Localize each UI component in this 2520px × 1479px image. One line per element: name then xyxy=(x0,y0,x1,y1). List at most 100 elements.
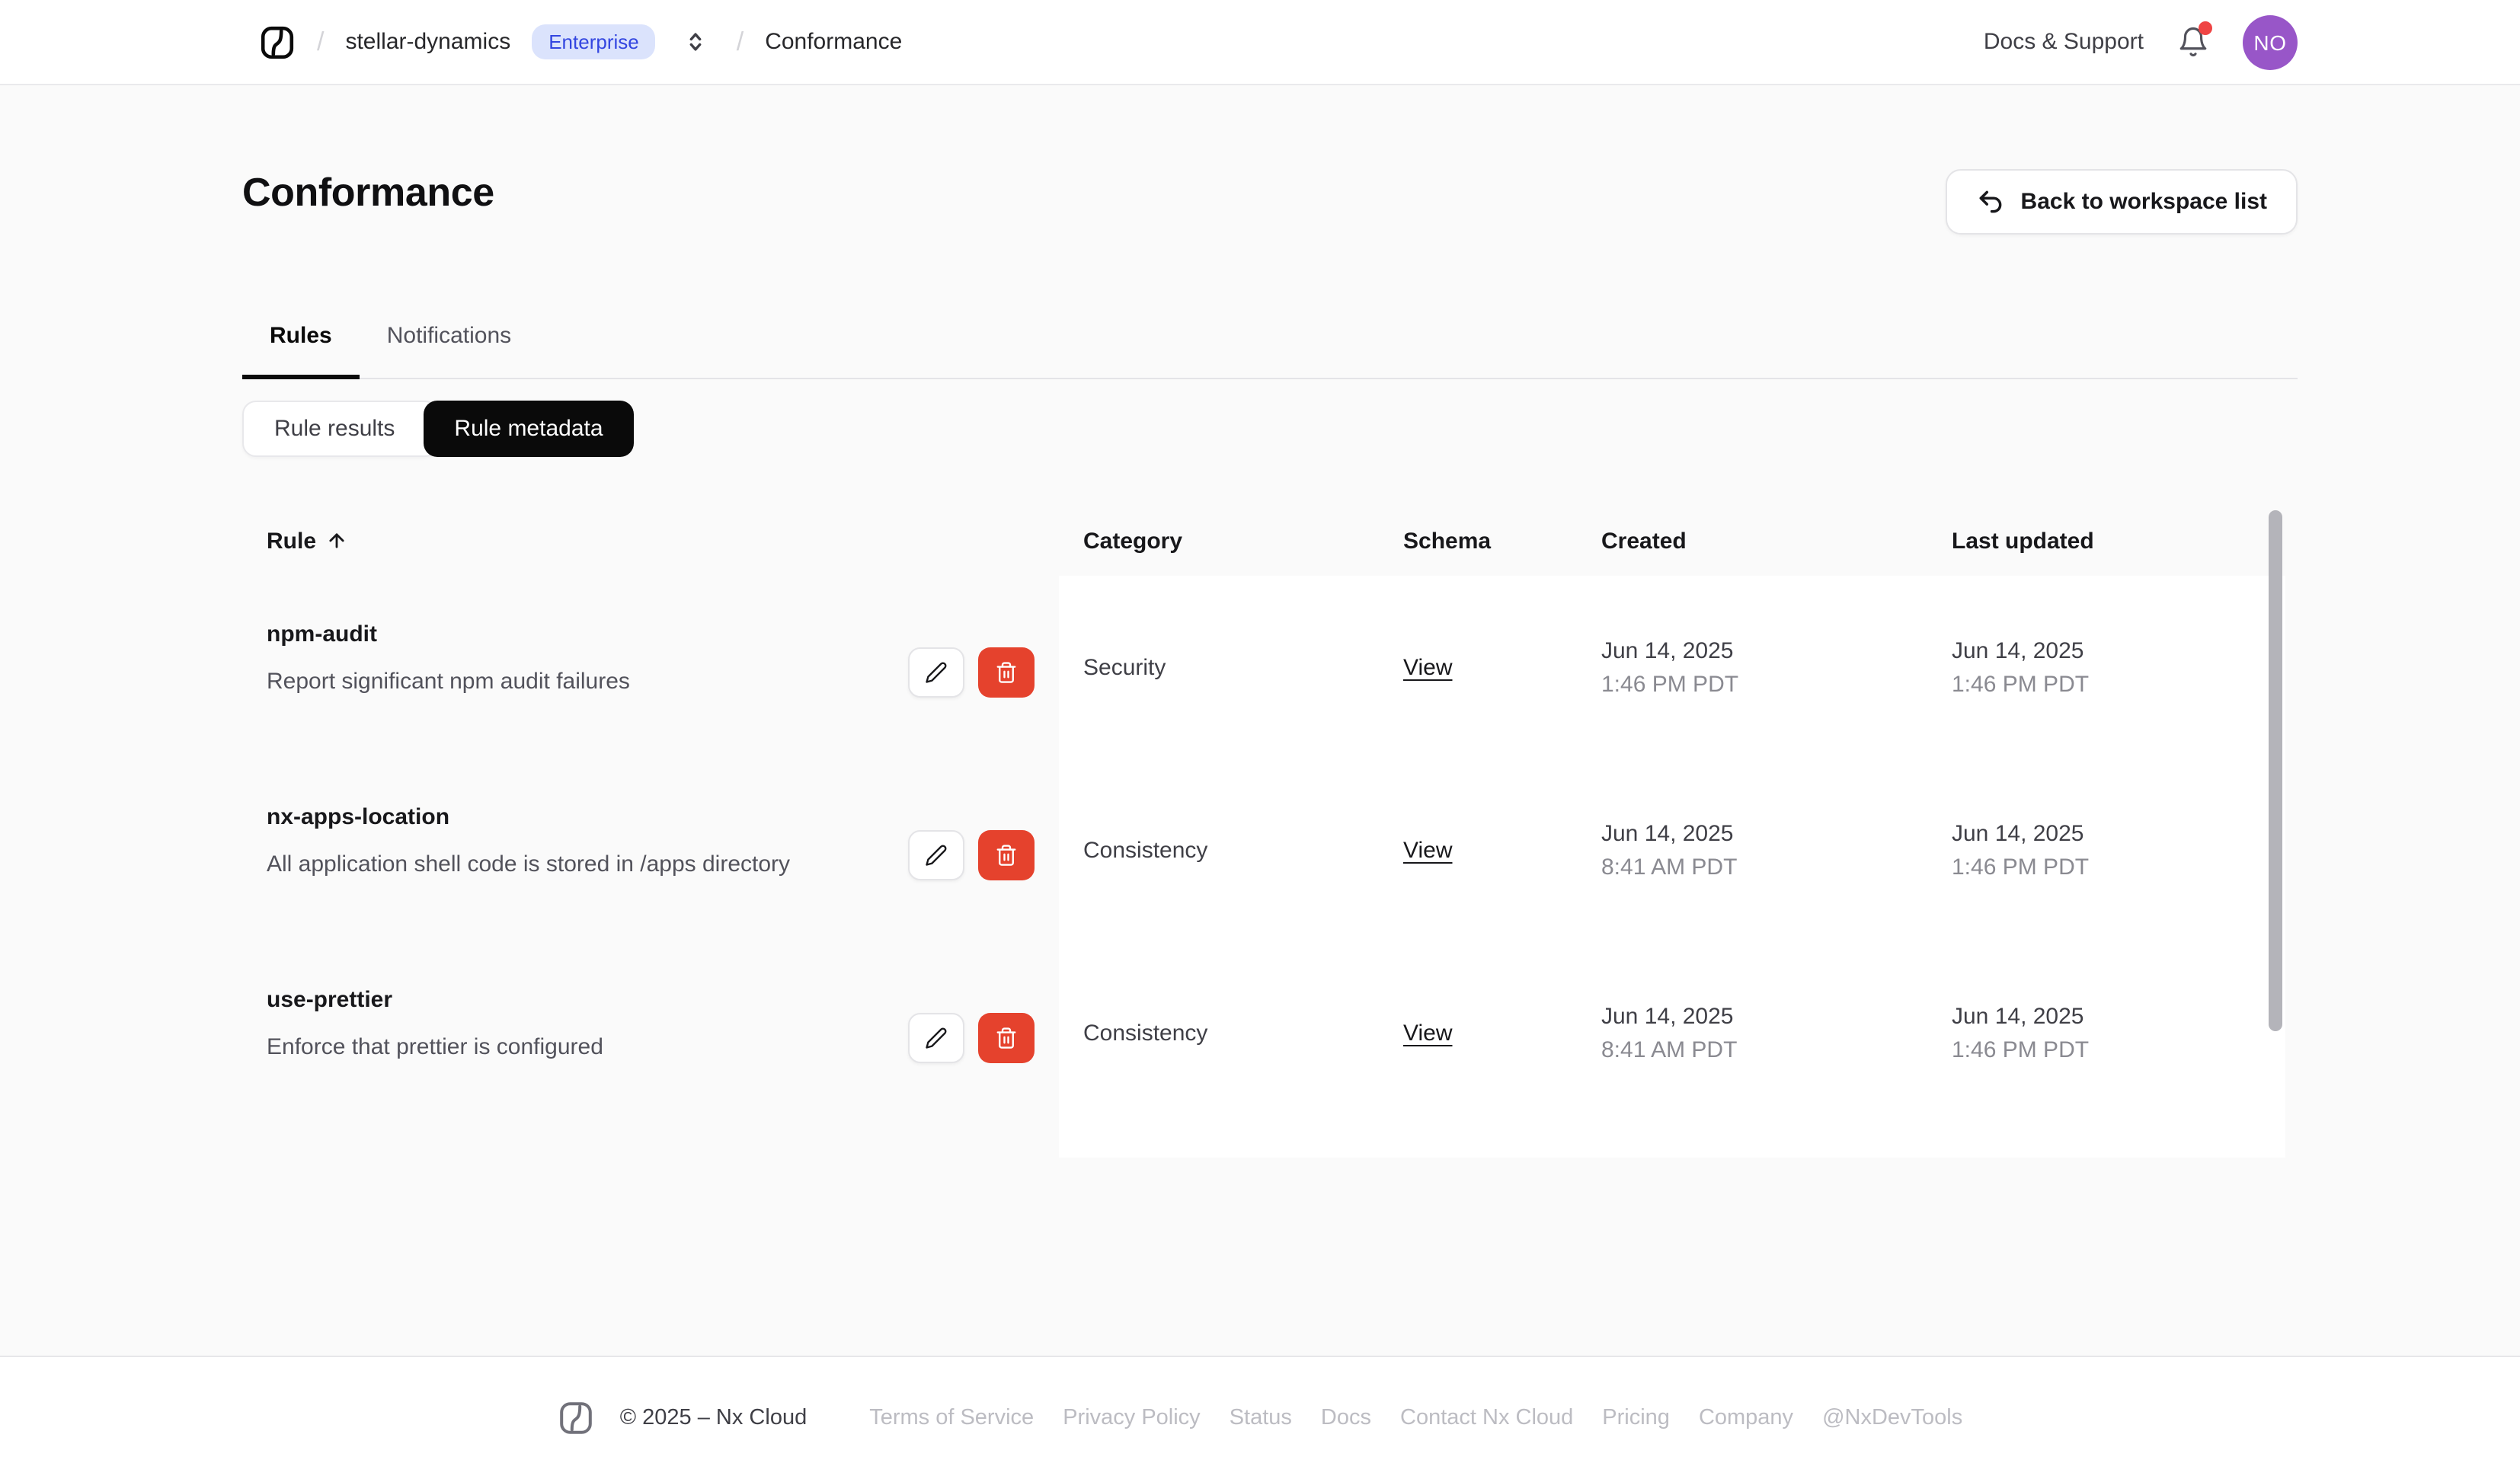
edit-rule-button[interactable] xyxy=(908,647,964,698)
tab-notifications[interactable]: Notifications xyxy=(360,323,539,379)
chevron-up-down-icon xyxy=(690,33,702,51)
rule-info: nx-apps-location All application shell c… xyxy=(267,804,908,879)
column-header-category[interactable]: Category xyxy=(1059,528,1379,554)
footer: © 2025 – Nx Cloud Terms of Service Priva… xyxy=(0,1356,2520,1479)
created-date: Jun 14, 2025 xyxy=(1601,637,1734,663)
top-navbar: / stellar-dynamics Enterprise / Conforma… xyxy=(0,0,2520,85)
tab-bar: Rules Notifications xyxy=(242,323,2298,379)
breadcrumb-separator-icon: / xyxy=(317,27,325,56)
edit-rule-button[interactable] xyxy=(908,1013,964,1063)
tab-rules[interactable]: Rules xyxy=(242,323,360,379)
sort-ascending-icon xyxy=(328,533,344,548)
schema-cell: View xyxy=(1379,576,1577,759)
rule-name: nx-apps-location xyxy=(267,804,450,830)
column-header-created[interactable]: Created xyxy=(1577,528,1927,554)
navbar-actions: Docs & Support NO xyxy=(1984,14,2298,69)
pencil-icon xyxy=(926,845,947,866)
trash-icon xyxy=(996,662,1016,683)
category-cell: Consistency xyxy=(1059,759,1379,941)
rule-results-toggle[interactable]: Rule results xyxy=(242,401,440,457)
created-time: 8:41 AM PDT xyxy=(1601,1037,1738,1062)
table-row: use-prettier Enforce that prettier is co… xyxy=(242,941,2285,1124)
category-value: Consistency xyxy=(1083,1020,1208,1046)
view-schema-link[interactable]: View xyxy=(1403,837,1453,863)
back-to-workspace-list-button[interactable]: Back to workspace list xyxy=(1946,169,2298,235)
page-header: Conformance Back to workspace list xyxy=(242,169,2298,235)
docs-support-link[interactable]: Docs & Support xyxy=(1984,29,2144,55)
view-schema-link[interactable]: View xyxy=(1403,654,1453,680)
rule-description: Enforce that prettier is configured xyxy=(267,1034,603,1060)
breadcrumb-separator-icon: / xyxy=(736,27,744,56)
view-toggle: Rule results Rule metadata xyxy=(242,401,2298,457)
undo-arrow-icon xyxy=(1980,190,2002,213)
delete-rule-button[interactable] xyxy=(978,1013,1035,1063)
trash-icon xyxy=(996,1027,1016,1049)
rules-table: Rule Category Schema Created Last update… xyxy=(242,506,2285,1158)
breadcrumb: / stellar-dynamics Enterprise / Conforma… xyxy=(259,24,902,60)
footer-links: Terms of Service Privacy Policy Status D… xyxy=(869,1406,1962,1430)
footer-link-privacy[interactable]: Privacy Policy xyxy=(1063,1406,1201,1430)
pencil-icon xyxy=(926,662,947,683)
workspace-switcher-button[interactable] xyxy=(680,26,712,58)
created-date: Jun 14, 2025 xyxy=(1601,1003,1734,1029)
pencil-icon xyxy=(926,1027,947,1049)
rule-name: npm-audit xyxy=(267,621,377,647)
created-time: 1:46 PM PDT xyxy=(1601,671,1739,697)
back-button-label: Back to workspace list xyxy=(2020,189,2267,215)
view-schema-link[interactable]: View xyxy=(1403,1020,1453,1046)
updated-time: 1:46 PM PDT xyxy=(1952,1037,2090,1062)
rule-description: Report significant npm audit failures xyxy=(267,669,630,695)
breadcrumb-current-page: Conformance xyxy=(765,29,903,55)
footer-link-twitter[interactable]: @NxDevTools xyxy=(1822,1406,1962,1430)
delete-rule-button[interactable] xyxy=(978,830,1035,880)
column-header-last-updated[interactable]: Last updated xyxy=(1927,528,2285,554)
created-cell: Jun 14, 2025 8:41 AM PDT xyxy=(1577,941,1927,1124)
created-date: Jun 14, 2025 xyxy=(1601,820,1734,846)
nx-cloud-footer-logo-icon xyxy=(559,1402,592,1434)
updated-time: 1:46 PM PDT xyxy=(1952,854,2090,880)
last-updated-cell: Jun 14, 2025 1:46 PM PDT xyxy=(1927,759,2285,941)
footer-link-pricing[interactable]: Pricing xyxy=(1602,1406,1670,1430)
copyright-text: © 2025 – Nx Cloud xyxy=(619,1406,807,1430)
row-actions xyxy=(908,647,1035,698)
footer-link-terms[interactable]: Terms of Service xyxy=(869,1406,1034,1430)
footer-link-docs[interactable]: Docs xyxy=(1321,1406,1371,1430)
edit-rule-button[interactable] xyxy=(908,830,964,880)
last-updated-cell: Jun 14, 2025 1:46 PM PDT xyxy=(1927,941,2285,1124)
table-header-row: Rule Category Schema Created Last update… xyxy=(242,506,2285,576)
workspace-name[interactable]: stellar-dynamics xyxy=(345,29,510,55)
footer-link-contact[interactable]: Contact Nx Cloud xyxy=(1400,1406,1573,1430)
table-row: nx-apps-location All application shell c… xyxy=(242,759,2285,941)
rule-info: npm-audit Report significant npm audit f… xyxy=(267,621,908,696)
nx-cloud-logo-icon[interactable] xyxy=(259,24,296,60)
sticky-column-filler xyxy=(242,1124,1059,1158)
column-header-rule[interactable]: Rule xyxy=(242,528,1059,554)
schema-cell: View xyxy=(1379,941,1577,1124)
updated-date: Jun 14, 2025 xyxy=(1952,1003,2084,1029)
created-time: 8:41 AM PDT xyxy=(1601,854,1738,880)
category-cell: Security xyxy=(1059,576,1379,759)
category-value: Consistency xyxy=(1083,837,1208,863)
rule-metadata-toggle[interactable]: Rule metadata xyxy=(424,401,634,457)
updated-date: Jun 14, 2025 xyxy=(1952,820,2084,846)
created-cell: Jun 14, 2025 1:46 PM PDT xyxy=(1577,576,1927,759)
footer-link-status[interactable]: Status xyxy=(1230,1406,1292,1430)
category-value: Security xyxy=(1083,654,1166,680)
column-header-schema[interactable]: Schema xyxy=(1379,528,1577,554)
notifications-button[interactable] xyxy=(2177,21,2212,58)
trash-icon xyxy=(996,845,1016,866)
table-row: npm-audit Report significant npm audit f… xyxy=(242,576,2285,759)
avatar[interactable]: NO xyxy=(2243,14,2298,69)
rule-cell: nx-apps-location All application shell c… xyxy=(242,759,1059,941)
delete-rule-button[interactable] xyxy=(978,647,1035,698)
notification-dot xyxy=(2199,21,2212,35)
vertical-scrollbar[interactable] xyxy=(2269,510,2282,1031)
rule-cell: use-prettier Enforce that prettier is co… xyxy=(242,941,1059,1124)
plan-badge: Enterprise xyxy=(532,24,656,59)
category-cell: Consistency xyxy=(1059,941,1379,1124)
rule-cell: npm-audit Report significant npm audit f… xyxy=(242,576,1059,759)
updated-date: Jun 14, 2025 xyxy=(1952,637,2084,663)
schema-cell: View xyxy=(1379,759,1577,941)
created-cell: Jun 14, 2025 8:41 AM PDT xyxy=(1577,759,1927,941)
footer-link-company[interactable]: Company xyxy=(1699,1406,1793,1430)
